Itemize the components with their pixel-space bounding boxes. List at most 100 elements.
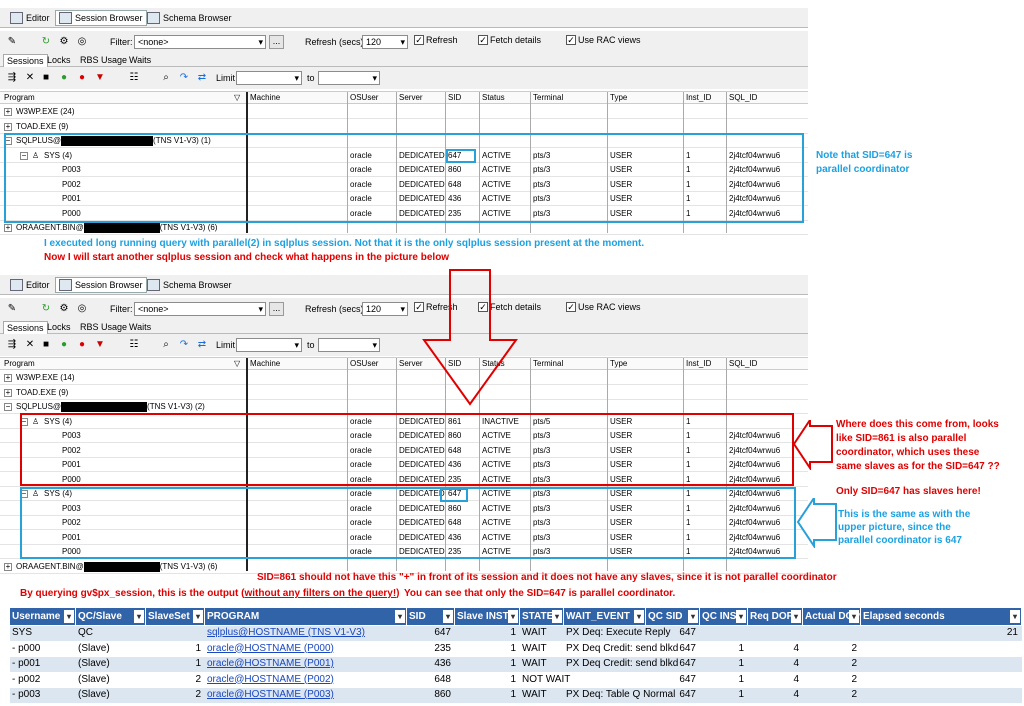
- collapse-icon[interactable]: −: [4, 403, 12, 411]
- stop-icon[interactable]: ■: [40, 339, 52, 351]
- tab-schema-browser[interactable]: Schema Browser: [143, 10, 236, 26]
- grid-icon[interactable]: ☷: [128, 339, 140, 351]
- px-header-6[interactable]: STATE: [520, 608, 563, 625]
- trace-icon[interactable]: ↷: [178, 339, 190, 351]
- column-header-type[interactable]: Type: [610, 93, 627, 102]
- funnel-icon[interactable]: ▼: [94, 72, 106, 84]
- expand-icon[interactable]: +: [4, 224, 12, 232]
- swap-icon[interactable]: ⇄: [196, 72, 208, 84]
- pin-icon[interactable]: ✎: [6, 36, 18, 48]
- expand-icon[interactable]: +: [4, 374, 12, 382]
- swap-icon[interactable]: ⇄: [196, 339, 208, 351]
- grid-icon[interactable]: ☷: [128, 72, 140, 84]
- subtab-sessions[interactable]: Sessions: [3, 54, 48, 67]
- limit-to-input[interactable]: [318, 338, 380, 352]
- limit-select[interactable]: [236, 338, 302, 352]
- use-rac-checkbox[interactable]: ✓ Use RAC views: [566, 302, 641, 312]
- group-sqlplus[interactable]: − SQLPLUS@ (TNS V1-V3) (2): [0, 400, 808, 414]
- subtab-sessions[interactable]: Sessions: [3, 321, 48, 334]
- filter-icon[interactable]: ▽: [234, 93, 240, 102]
- trace-icon[interactable]: ↷: [178, 72, 190, 84]
- px-header-7[interactable]: WAIT_EVENT: [564, 608, 645, 625]
- px-cell[interactable]: sqlplus@HOSTNAME (TNS V1-V3): [205, 627, 403, 638]
- column-header-program[interactable]: Program: [4, 93, 35, 102]
- globe-icon[interactable]: ◎: [76, 36, 88, 48]
- column-header-machine[interactable]: Machine: [250, 359, 280, 368]
- px-header-8[interactable]: QC SID: [646, 608, 699, 625]
- use-rac-checkbox[interactable]: ✓ Use RAC views: [566, 35, 641, 45]
- refresh-icon[interactable]: ↻: [40, 303, 52, 315]
- px-header-0[interactable]: Username: [10, 608, 75, 625]
- find-icon[interactable]: ⌕: [160, 72, 172, 84]
- column-header-status[interactable]: Status: [482, 93, 505, 102]
- subtab-locks[interactable]: Locks: [44, 54, 74, 67]
- column-header-sql_id[interactable]: SQL_ID: [729, 359, 757, 368]
- refresh-spinner[interactable]: 120: [362, 302, 408, 316]
- px-header-2[interactable]: SlaveSet: [146, 608, 204, 625]
- filter-ellipsis-button[interactable]: ...: [269, 302, 284, 316]
- px-cell[interactable]: oracle@HOSTNAME (P002): [205, 674, 403, 685]
- filter-select[interactable]: <none>: [134, 35, 266, 49]
- subtab-rbs-usage[interactable]: RBS Usage: [77, 321, 130, 334]
- subtab-locks[interactable]: Locks: [44, 321, 74, 334]
- expand-icon[interactable]: +: [4, 122, 12, 131]
- filter-select[interactable]: <none>: [134, 302, 266, 316]
- tree-icon[interactable]: ⇶: [6, 72, 18, 84]
- px-header-11[interactable]: Actual DOP: [803, 608, 860, 625]
- px-header-3[interactable]: PROGRAM: [205, 608, 406, 625]
- column-header-inst_id[interactable]: Inst_ID: [686, 93, 711, 102]
- column-header-sid[interactable]: SID: [448, 93, 461, 102]
- tab-session-browser[interactable]: Session Browser: [55, 10, 147, 26]
- tab-editor[interactable]: Editor: [6, 10, 54, 26]
- column-header-osuser[interactable]: OSUser: [350, 359, 378, 368]
- px-header-5[interactable]: Slave INST: [455, 608, 519, 625]
- px-cell[interactable]: oracle@HOSTNAME (P003): [205, 689, 403, 700]
- refresh-icon[interactable]: ↻: [40, 36, 52, 48]
- expand-icon[interactable]: +: [4, 562, 12, 571]
- tool-icon[interactable]: ⚙: [58, 303, 70, 315]
- expand-icon[interactable]: +: [4, 108, 12, 116]
- kill-icon[interactable]: ✕: [24, 339, 36, 351]
- px-header-4[interactable]: SID: [407, 608, 454, 625]
- expand-icon[interactable]: +: [4, 388, 12, 397]
- group-toad[interactable]: + TOAD.EXE (9): [0, 386, 808, 400]
- globe-icon[interactable]: ◎: [76, 303, 88, 315]
- group-w3wp[interactable]: + W3WP.EXE (24): [0, 105, 808, 119]
- px-header-12[interactable]: Elapsed seconds: [861, 608, 1021, 625]
- filter-icon[interactable]: ▽: [234, 359, 240, 368]
- column-header-type[interactable]: Type: [610, 359, 627, 368]
- group-oraagent[interactable]: + ORAAGENT.BIN@ (TNS V1-V3) (6): [0, 221, 808, 235]
- refresh-checkbox[interactable]: ✓ Refresh: [414, 35, 458, 45]
- filter-ellipsis-button[interactable]: ...: [269, 35, 284, 49]
- column-header-osuser[interactable]: OSUser: [350, 93, 378, 102]
- limit-to-input[interactable]: [318, 71, 380, 85]
- green-dot-icon[interactable]: ●: [58, 72, 70, 84]
- stop-icon[interactable]: ■: [40, 72, 52, 84]
- refresh-spinner[interactable]: 120: [362, 35, 408, 49]
- column-header-terminal[interactable]: Terminal: [533, 93, 563, 102]
- px-header-1[interactable]: QC/Slave: [76, 608, 145, 625]
- green-dot-icon[interactable]: ●: [58, 339, 70, 351]
- column-header-inst_id[interactable]: Inst_ID: [686, 359, 711, 368]
- column-header-terminal[interactable]: Terminal: [533, 359, 563, 368]
- column-header-program[interactable]: Program: [4, 359, 35, 368]
- column-header-server[interactable]: Server: [399, 93, 423, 102]
- subtab-waits[interactable]: Waits: [126, 321, 154, 334]
- column-header-sql_id[interactable]: SQL_ID: [729, 93, 757, 102]
- red-dot-icon[interactable]: ●: [76, 72, 88, 84]
- funnel-icon[interactable]: ▼: [94, 339, 106, 351]
- px-header-10[interactable]: Req DOP: [748, 608, 802, 625]
- tab-session-browser[interactable]: Session Browser: [55, 277, 147, 293]
- px-cell[interactable]: oracle@HOSTNAME (P000): [205, 643, 403, 654]
- fetch-details-checkbox[interactable]: ✓ Fetch details: [478, 35, 541, 45]
- red-dot-icon[interactable]: ●: [76, 339, 88, 351]
- column-header-machine[interactable]: Machine: [250, 93, 280, 102]
- group-toad[interactable]: + TOAD.EXE (9): [0, 120, 808, 134]
- pin-icon[interactable]: ✎: [6, 303, 18, 315]
- tab-schema-browser[interactable]: Schema Browser: [143, 277, 236, 293]
- subtab-waits[interactable]: Waits: [126, 54, 154, 67]
- tool-icon[interactable]: ⚙: [58, 36, 70, 48]
- kill-icon[interactable]: ✕: [24, 72, 36, 84]
- group-w3wp[interactable]: + W3WP.EXE (14): [0, 371, 808, 385]
- subtab-rbs-usage[interactable]: RBS Usage: [77, 54, 130, 67]
